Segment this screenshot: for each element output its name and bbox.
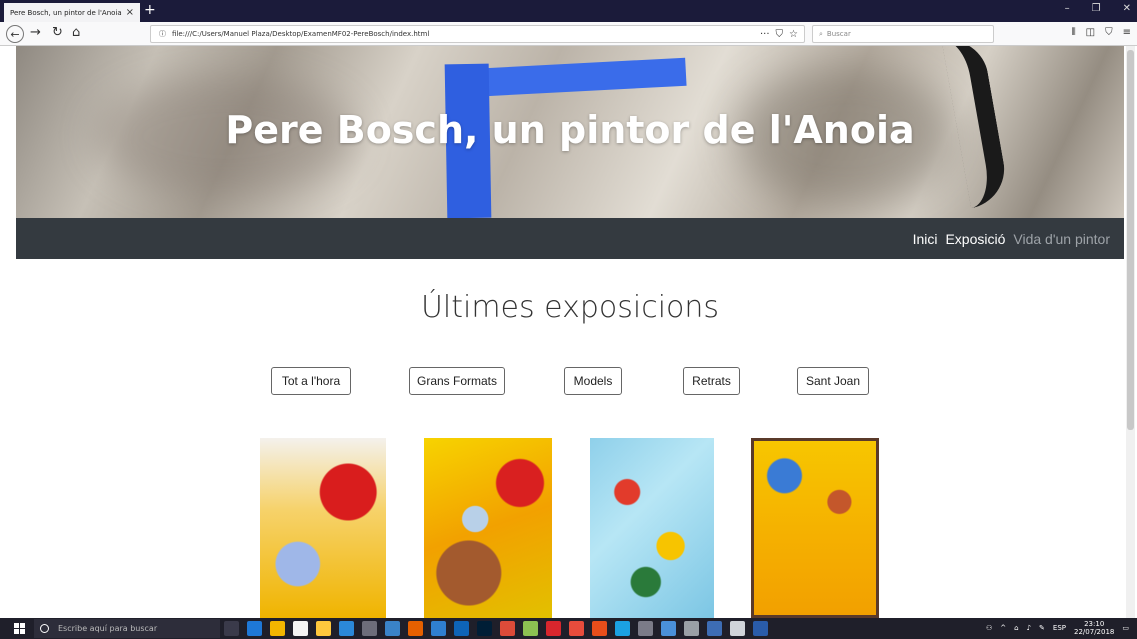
painting-thumbnail-2[interactable] <box>424 438 552 618</box>
nav-inici[interactable]: Inici <box>913 231 938 247</box>
browser-search-input[interactable]: ⌕ Buscar <box>812 25 994 43</box>
app-icon-14[interactable] <box>523 621 538 636</box>
app-icon-7[interactable] <box>362 621 377 636</box>
vscode-icon[interactable] <box>454 621 469 636</box>
filter-retrats[interactable]: Retrats <box>683 367 740 395</box>
tab-close-icon[interactable]: × <box>126 7 134 18</box>
cortana-icon <box>40 624 49 633</box>
chrome-icon[interactable] <box>500 621 515 636</box>
firefox-icon[interactable] <box>408 621 423 636</box>
taskbar-search-placeholder: Escribe aquí para buscar <box>58 624 158 633</box>
painting-thumbnail-1[interactable] <box>260 438 386 618</box>
app-icon-19[interactable] <box>638 621 653 636</box>
app-icon-6[interactable] <box>339 621 354 636</box>
app-icon-18[interactable] <box>615 621 630 636</box>
file-explorer-icon[interactable] <box>270 621 285 636</box>
pen-icon[interactable]: ✎ <box>1039 624 1045 632</box>
people-icon[interactable]: ⚇ <box>986 624 992 632</box>
forward-icon[interactable]: → <box>30 25 41 40</box>
filter-sant-joan[interactable]: Sant Joan <box>797 367 869 395</box>
url-text: file:///C:/Users/Manuel Plaza/Desktop/Ex… <box>172 30 430 38</box>
app-icon-24[interactable] <box>753 621 768 636</box>
language-indicator[interactable]: ESP <box>1053 624 1066 632</box>
app-icon-10[interactable] <box>431 621 446 636</box>
browser-search-placeholder: Buscar <box>826 30 851 38</box>
app-icon-21[interactable] <box>684 621 699 636</box>
restore-icon[interactable]: ❐ <box>1092 3 1101 14</box>
app-icon-22[interactable] <box>707 621 722 636</box>
pocket-toolbar-icon[interactable]: ⛉ <box>1105 27 1113 38</box>
hero-banner: Pere Bosch, un pintor de l'Anoia <box>16 46 1124 218</box>
minimize-icon[interactable]: – <box>1065 3 1070 14</box>
pocket-icon[interactable]: ⛉ <box>776 29 784 40</box>
nav-vida-pintor[interactable]: Vida d'un pintor <box>1013 231 1110 247</box>
clock-time: 23:10 <box>1084 620 1105 628</box>
notifications-icon[interactable]: ▭ <box>1122 624 1129 632</box>
app-icon-16[interactable] <box>569 621 584 636</box>
opera-icon[interactable] <box>546 621 561 636</box>
library-icon[interactable]: ⫴ <box>1071 27 1075 38</box>
sidebar-icon[interactable]: ◫ <box>1086 27 1095 38</box>
page-scrollbar[interactable] <box>1126 46 1135 618</box>
web-page: Pere Bosch, un pintor de l'Anoia Inici E… <box>16 46 1124 618</box>
tray-chevron-icon[interactable]: ^ <box>1000 624 1006 632</box>
taskbar-search-input[interactable]: Escribe aquí para buscar <box>34 619 220 638</box>
store-icon[interactable] <box>293 621 308 636</box>
clock-date: 22/07/2018 <box>1074 628 1115 636</box>
browser-tab[interactable]: Pere Bosch, un pintor de l'Anoia × <box>4 3 140 22</box>
page-actions-icon[interactable]: ··· <box>760 29 770 40</box>
photoshop-icon[interactable] <box>477 621 492 636</box>
folder-icon[interactable] <box>316 621 331 636</box>
toolbar-icons: ⫴ ◫ ⛉ ≡ <box>1071 27 1131 38</box>
app-icon-20[interactable] <box>661 621 676 636</box>
taskbar-apps <box>224 621 768 636</box>
app-icon-8[interactable] <box>385 621 400 636</box>
window-controls: – ❐ ✕ <box>1065 3 1131 14</box>
filter-models[interactable]: Models <box>564 367 622 395</box>
close-window-icon[interactable]: ✕ <box>1123 3 1131 14</box>
tab-title: Pere Bosch, un pintor de l'Anoia <box>10 8 122 17</box>
bookmark-star-icon[interactable]: ☆ <box>789 29 798 40</box>
back-icon[interactable]: ← <box>6 25 24 43</box>
site-nav: Inici Exposició Vida d'un pintor <box>16 218 1124 259</box>
filter-buttons: Tot a l'hora Grans Formats Models Retrat… <box>16 367 1124 396</box>
app-icon-17[interactable] <box>592 621 607 636</box>
reload-icon[interactable]: ↻ <box>52 25 63 40</box>
volume-icon[interactable]: ♪ <box>1027 624 1031 632</box>
system-tray: ⚇ ^ ⌂ ♪ ✎ ESP 23:10 22/07/2018 ▭ <box>986 620 1129 636</box>
info-icon[interactable]: ⓘ <box>159 29 166 39</box>
clock[interactable]: 23:10 22/07/2018 <box>1074 620 1114 636</box>
taskbar: Escribe aquí para buscar ⚇ ^ ⌂ ♪ ✎ ESP 2… <box>0 618 1137 639</box>
section-title: Últimes exposicions <box>420 290 720 325</box>
app-icon-23[interactable] <box>730 621 745 636</box>
windows-start-icon[interactable] <box>14 623 25 634</box>
url-bar[interactable]: ⓘ file:///C:/Users/Manuel Plaza/Desktop/… <box>150 25 805 43</box>
search-icon: ⌕ <box>819 29 823 38</box>
menu-icon[interactable]: ≡ <box>1123 27 1131 38</box>
scrollbar-thumb[interactable] <box>1127 50 1134 430</box>
home-icon[interactable]: ⌂ <box>72 25 80 40</box>
painting-thumbnail-3[interactable] <box>590 438 714 618</box>
filter-tot-a-lhora[interactable]: Tot a l'hora <box>271 367 351 395</box>
edge-icon[interactable] <box>247 621 262 636</box>
painting-thumbnail-4[interactable] <box>751 438 879 618</box>
nav-exposicio[interactable]: Exposició <box>945 231 1005 247</box>
new-tab-icon[interactable]: + <box>144 2 156 18</box>
network-icon[interactable]: ⌂ <box>1014 624 1018 632</box>
browser-nav-bar: ← → ↻ ⌂ ⓘ file:///C:/Users/Manuel Plaza/… <box>0 22 1137 46</box>
browser-tab-bar: Pere Bosch, un pintor de l'Anoia × + – ❐… <box>0 0 1137 22</box>
hero-title: Pere Bosch, un pintor de l'Anoia <box>225 108 915 152</box>
filter-grans-formats[interactable]: Grans Formats <box>409 367 505 395</box>
task-view-icon[interactable] <box>224 621 239 636</box>
